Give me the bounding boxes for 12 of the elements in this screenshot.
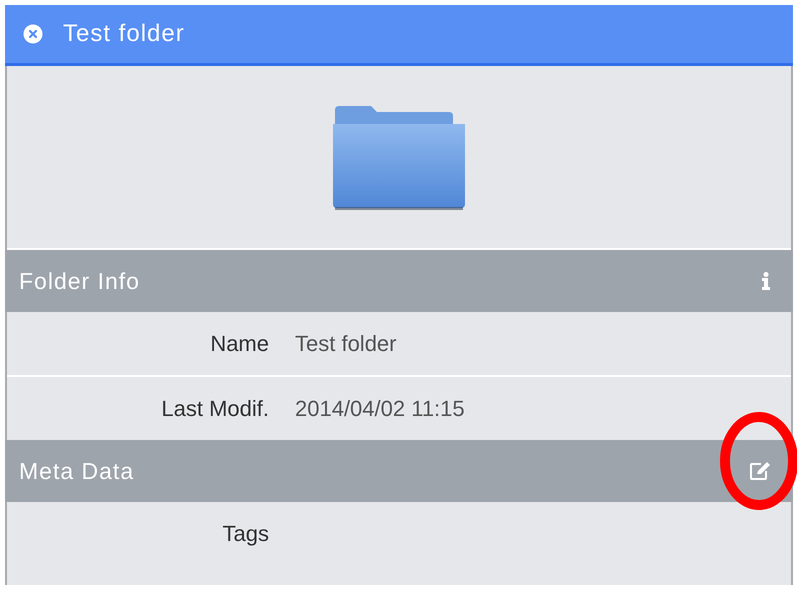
field-value: Test folder [295, 330, 396, 356]
section-title: Folder Info [19, 268, 140, 294]
edit-icon[interactable] [749, 461, 771, 481]
close-icon[interactable] [23, 24, 43, 44]
section-title: Meta Data [19, 458, 134, 484]
field-label: Last Modif. [160, 396, 269, 422]
field-value: 2014/04/02 11:15 [295, 396, 465, 422]
field-label: Tags [222, 520, 269, 546]
window-title: Test folder [63, 20, 185, 48]
folder-icon [331, 104, 467, 210]
field-label: Name [209, 330, 269, 356]
info-icon[interactable] [761, 272, 771, 290]
